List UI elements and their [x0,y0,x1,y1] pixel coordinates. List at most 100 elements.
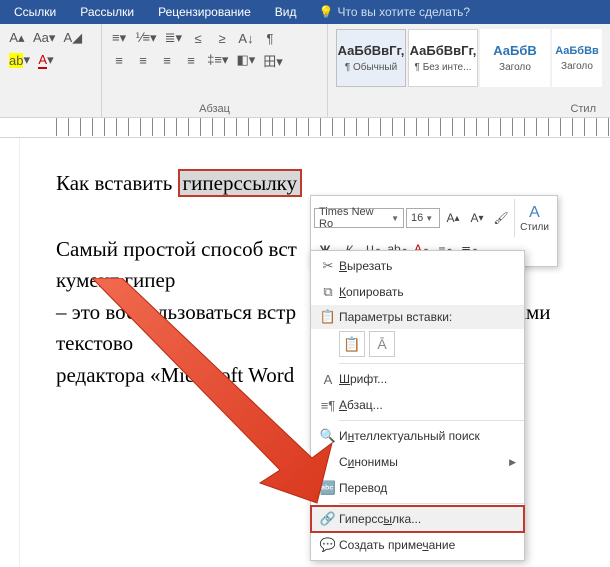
submenu-arrow-icon: ▶ [509,457,516,468]
vertical-ruler[interactable] [0,138,20,567]
text: редактора «Microsoft Word [56,363,294,387]
menu-copy[interactable]: ⧉ Копировать [311,279,524,305]
paste-keep-formatting-icon[interactable]: 📋 [339,331,365,357]
menu-hyperlink[interactable]: 🔗 Гиперссылка... [311,506,524,532]
cut-icon: ✂ [317,258,339,274]
ribbon-group-paragraph: ≡▾ ⅟≡▾ ≣▾ ≤ ≥ A↓ ¶ ≡ ≡ ≡ ≡ ‡≡▾ ◧▾ 田▾ Абз… [102,24,328,117]
style-sample: АаБбВвГг, [410,43,477,58]
copy-icon: ⧉ [317,284,339,300]
sort-icon[interactable]: A↓ [235,27,257,49]
selected-word[interactable]: гиперссылку [178,169,303,197]
menu-label: Синонимы [339,455,509,469]
font-color-icon[interactable]: A▾ [35,49,57,71]
borders-icon[interactable]: 田▾ [260,49,286,71]
styles-label: Стили [520,222,549,233]
paragraph-dialog-icon: ≡¶ [317,398,339,413]
text: – это воспользоваться встр [56,300,296,324]
style-no-spacing[interactable]: АаБбВвГг, ¶ Без инте... [408,29,478,87]
ribbon: A▴ Aa▾ A◢ ab▾ A▾ ≡▾ ⅟≡▾ ≣▾ ≤ ≥ A↓ ¶ ≡ ≡ … [0,24,610,118]
menu-separator [339,503,524,504]
styles-group-label: Стил [334,101,604,117]
tell-me-search[interactable]: 💡 Что вы хотите сделать? [309,5,481,19]
style-sample: АаБбВв [555,45,599,57]
menu-label: Перевод [339,481,516,495]
style-name: ¶ Без инте... [415,62,472,73]
style-sample: АаБбВвГг, [338,43,405,58]
menu-label: Параметры вставки: [339,310,516,324]
menu-synonyms[interactable]: Синонимы ▶ [311,449,524,475]
line-spacing-icon[interactable]: ‡≡▾ [204,49,231,71]
menu-label: Интеллектуальный поиск [339,429,516,443]
menu-label: Создать примечание [339,538,516,552]
style-normal[interactable]: АаБбВвГг, ¶ Обычный [336,29,406,87]
indent-right-icon[interactable]: ≥ [211,27,233,49]
font-family-combo[interactable]: Times New Ro▼ [314,208,404,228]
text: кумент гипер [56,268,175,292]
paste-options: 📋 Ā [311,329,524,361]
style-heading2[interactable]: АаБбВв Заголо [552,29,602,87]
menu-label: Шрифт... [339,372,516,386]
align-center-icon[interactable]: ≡ [132,49,154,71]
font-family-value: Times New Ro [319,206,389,230]
menu-smart-lookup[interactable]: 🔍 Интеллектуальный поиск [311,423,524,449]
font-size-value: 16 [411,212,423,224]
paragraph-group-label: Абзац [108,101,321,117]
clear-format-icon[interactable]: A◢ [60,27,85,49]
shading-icon[interactable]: ◧▾ [233,49,258,71]
style-heading1[interactable]: АаБбВ Заголо [480,29,550,87]
justify-icon[interactable]: ≡ [180,49,202,71]
style-sample: АаБбВ [493,43,537,58]
menu-label: Гиперссылка... [339,512,516,526]
tell-me-label: Что вы хотите сделать? [337,5,470,19]
multilevel-icon[interactable]: ≣▾ [162,27,185,49]
show-marks-icon[interactable]: ¶ [259,27,281,49]
numbering-icon[interactable]: ⅟≡▾ [132,27,160,49]
font-size-increase-icon[interactable]: A▴ [6,27,28,49]
menu-separator [339,420,524,421]
menu-new-comment[interactable]: 💬 Создать примечание [311,532,524,558]
tab-mailings[interactable]: Рассылки [68,0,146,24]
menu-separator [339,363,524,364]
change-case-icon[interactable]: Aa▾ [30,27,58,49]
style-name: Заголо [561,61,593,72]
menu-label: Копировать [339,285,516,299]
smart-lookup-icon: 🔍 [317,428,339,444]
format-painter-icon[interactable]: 🖌 [490,207,512,229]
context-menu: ✂ ВВырезатьырезать ⧉ Копировать 📋 Параме… [310,250,525,561]
horizontal-ruler[interactable] [0,118,610,138]
style-name: Заголо [499,62,531,73]
font-size-combo[interactable]: 16▼ [406,208,440,228]
text: Самый простой способ вст [56,237,297,261]
paste-text-only-icon[interactable]: Ā [369,331,395,357]
menu-translate[interactable]: 🔤 Перевод [311,475,524,501]
style-name: ¶ Обычный [345,62,397,73]
menu-label: Абзац... [339,398,516,412]
ribbon-group-label [6,101,95,117]
hyperlink-icon: 🔗 [317,511,339,527]
lightbulb-icon: 💡 [319,5,334,19]
tab-view[interactable]: Вид [263,0,309,24]
comment-icon: 💬 [317,537,339,553]
menu-cut[interactable]: ✂ ВВырезатьырезать [311,253,524,279]
paste-icon: 📋 [317,309,339,325]
highlight-icon[interactable]: ab▾ [6,49,33,71]
font-dialog-icon: A [317,372,339,387]
menu-font[interactable]: A Шрифт... [311,366,524,392]
ribbon-tabs: Ссылки Рассылки Рецензирование Вид 💡 Что… [0,0,610,24]
align-left-icon[interactable]: ≡ [108,49,130,71]
menu-paste-header: 📋 Параметры вставки: [311,305,524,329]
quick-styles-button[interactable]: A Стили [514,199,554,237]
text: Как вставить [56,171,178,195]
bullets-icon[interactable]: ≡▾ [108,27,130,49]
tab-review[interactable]: Рецензирование [146,0,263,24]
grow-font-icon[interactable]: A▴ [442,207,464,229]
indent-left-icon[interactable]: ≤ [187,27,209,49]
menu-paragraph[interactable]: ≡¶ Абзац... [311,392,524,418]
shrink-font-icon[interactable]: A▾ [466,207,488,229]
ribbon-group-styles: АаБбВвГг, ¶ Обычный АаБбВвГг, ¶ Без инте… [328,24,610,117]
ribbon-group-font: A▴ Aa▾ A◢ ab▾ A▾ [0,24,102,117]
tab-references[interactable]: Ссылки [2,0,68,24]
translate-icon: 🔤 [317,480,339,496]
menu-label: ВВырезатьырезать [339,259,516,273]
align-right-icon[interactable]: ≡ [156,49,178,71]
